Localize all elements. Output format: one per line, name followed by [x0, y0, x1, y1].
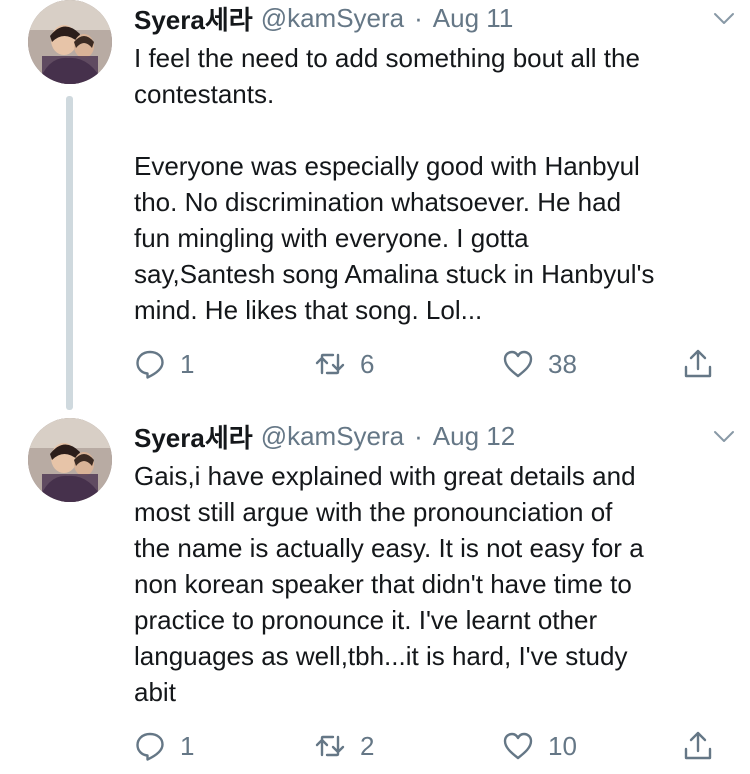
thread-connector-line [66, 96, 73, 410]
share-button[interactable] [682, 726, 714, 766]
retweet-button[interactable]: 6 [314, 344, 374, 384]
like-count: 10 [548, 730, 577, 761]
reply-icon [136, 732, 164, 761]
tweet-actions: 1 6 38 [134, 344, 734, 384]
reply-icon [136, 350, 164, 379]
tweet-header: Syera세라 @kamSyera · Aug 12 [134, 418, 730, 454]
heart-icon [503, 732, 533, 760]
tweet-header: Syera세라 @kamSyera · Aug 11 [134, 0, 730, 36]
like-button[interactable]: 38 [502, 344, 577, 384]
reply-button[interactable]: 1 [134, 726, 194, 766]
tweet-date[interactable]: Aug 12 [433, 421, 515, 452]
retweet-count: 2 [360, 730, 375, 761]
chevron-down-icon[interactable] [712, 6, 736, 30]
retweet-icon [315, 353, 345, 375]
share-button[interactable] [682, 344, 714, 384]
tweet-text: I feel the need to add something bout al… [134, 43, 655, 325]
user-handle[interactable]: @kamSyera [261, 421, 404, 452]
separator-dot: · [414, 420, 423, 451]
retweet-count: 6 [360, 348, 375, 379]
heart-icon [503, 350, 533, 378]
tweet-actions: 1 2 10 [134, 726, 734, 766]
display-name[interactable]: Syera세라 [134, 418, 253, 455]
avatar-photo-icon [28, 0, 112, 84]
retweet-button[interactable]: 2 [314, 726, 374, 766]
share-icon [684, 349, 712, 378]
reply-count: 1 [180, 730, 195, 761]
retweet-icon [315, 735, 345, 757]
tweet[interactable]: Syera세라 @kamSyera · Aug 12 Gais,i have e… [0, 410, 750, 774]
avatar[interactable] [28, 418, 112, 502]
like-button[interactable]: 10 [502, 726, 577, 766]
like-count: 38 [548, 348, 577, 379]
tweet-thread: Syera세라 @kamSyera · Aug 11 I feel the ne… [0, 0, 750, 774]
tweet-date[interactable]: Aug 11 [433, 3, 513, 34]
tweet[interactable]: Syera세라 @kamSyera · Aug 11 I feel the ne… [0, 0, 750, 410]
reply-count: 1 [180, 348, 195, 379]
chevron-down-icon[interactable] [712, 424, 736, 448]
tweet-text: Gais,i have explained with great details… [134, 461, 644, 707]
avatar-photo-icon [28, 418, 112, 502]
reply-button[interactable]: 1 [134, 344, 194, 384]
user-handle[interactable]: @kamSyera [261, 3, 404, 34]
separator-dot: · [414, 2, 423, 33]
avatar[interactable] [28, 0, 112, 84]
share-icon [684, 731, 712, 760]
display-name[interactable]: Syera세라 [134, 0, 253, 37]
